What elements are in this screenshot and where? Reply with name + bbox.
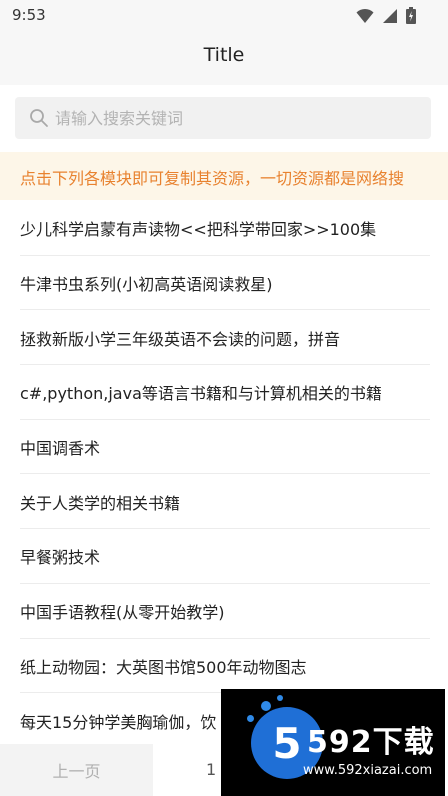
list-item[interactable]: 少儿科学启蒙有声读物<<把科学带回家>>100集 xyxy=(0,201,448,256)
status-time: 9:53 xyxy=(12,6,46,24)
list-item[interactable]: 牛津书虫系列(小初高英语阅读救星) xyxy=(0,256,448,311)
watermark-dot xyxy=(277,695,283,701)
watermark-url: www.592xiazai.com xyxy=(303,763,433,778)
list-item[interactable]: 早餐粥技术 xyxy=(0,529,448,584)
status-bar: 9:53 xyxy=(0,0,448,30)
list-item[interactable]: 关于人类学的相关书籍 xyxy=(0,474,448,529)
notice-text: 点击下列各模块即可复制其资源，一切资源都是网络搜 xyxy=(20,169,405,188)
status-icons xyxy=(356,7,416,24)
watermark-brand: 592下载 xyxy=(307,725,435,760)
watermark-logo: 5 592下载 www.592xiazai.com xyxy=(221,689,445,796)
list-item[interactable]: 中国调香术 xyxy=(0,420,448,475)
page-title: Title xyxy=(203,44,245,66)
search-icon xyxy=(30,109,48,127)
list-item[interactable]: 中国手语教程(从零开始教学) xyxy=(0,584,448,639)
wifi-icon xyxy=(356,8,374,23)
watermark-dot xyxy=(261,701,271,711)
battery-icon xyxy=(406,7,416,24)
search-box[interactable] xyxy=(15,97,431,139)
list-item[interactable]: 纸上动物园：大英图书馆500年动物图志 xyxy=(0,639,448,694)
nav-bar: Title xyxy=(0,30,448,85)
page-number: 1 xyxy=(206,760,217,779)
notice-bar: 点击下列各模块即可复制其资源，一切资源都是网络搜 xyxy=(0,152,448,200)
list-item[interactable]: 拯救新版小学三年级英语不会读的问题，拼音 xyxy=(0,310,448,365)
prev-page-button[interactable]: 上一页 xyxy=(0,744,153,796)
resource-list: 少儿科学启蒙有声读物<<把科学带回家>>100集 牛津书虫系列(小初高英语阅读救… xyxy=(0,201,448,748)
search-input[interactable] xyxy=(55,97,415,139)
signal-icon xyxy=(383,8,397,23)
list-item[interactable]: c#,python,java等语言书籍和与计算机相关的书籍 xyxy=(0,365,448,420)
